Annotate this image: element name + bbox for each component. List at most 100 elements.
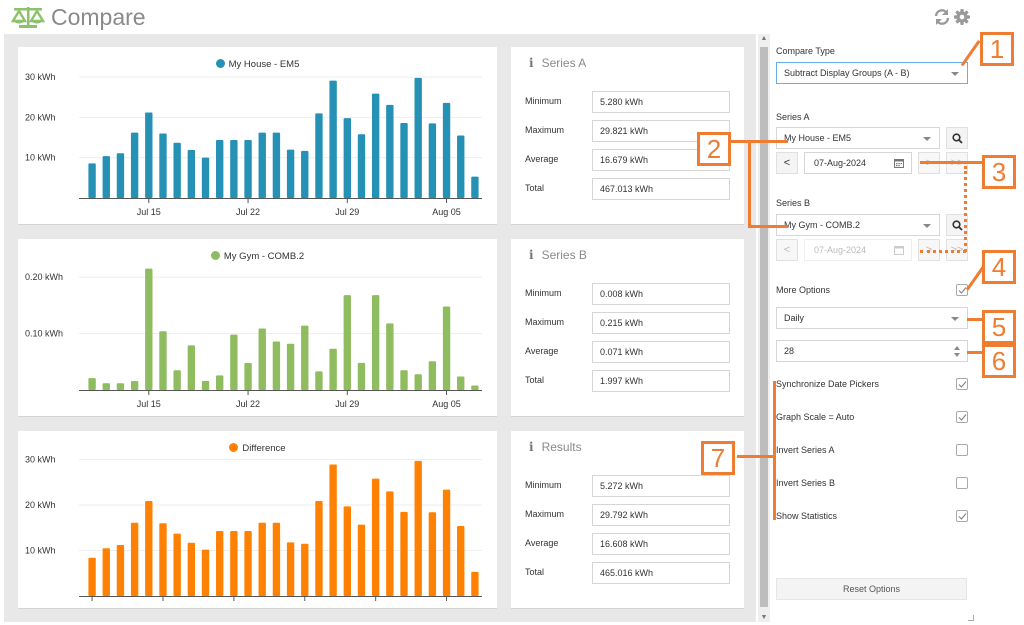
bar[interactable] [116, 545, 125, 596]
bar[interactable] [428, 512, 437, 596]
series-b-prev-button[interactable]: < [776, 239, 798, 261]
bar[interactable] [357, 524, 366, 596]
bar[interactable] [329, 348, 337, 390]
series-b-select[interactable]: My Gym - COMB.2 [776, 214, 940, 236]
bar[interactable] [315, 500, 323, 596]
bar[interactable] [145, 112, 153, 198]
bar[interactable] [159, 523, 167, 596]
bar[interactable] [116, 383, 125, 390]
bar[interactable] [187, 150, 196, 198]
bar[interactable] [286, 542, 295, 596]
invert-series-a-checkbox[interactable] [956, 444, 968, 456]
bar[interactable] [88, 378, 96, 390]
bar[interactable] [357, 134, 366, 198]
count-stepper[interactable]: 28 [776, 340, 968, 362]
series-a-select[interactable]: My House - EM5 [776, 127, 940, 149]
bar[interactable] [357, 362, 366, 390]
bar[interactable] [286, 343, 295, 390]
bar[interactable] [400, 370, 408, 390]
bar[interactable] [230, 334, 238, 390]
stat-value-field[interactable]: 0.008 kWh [592, 283, 730, 305]
bar[interactable] [457, 525, 465, 596]
sync-date-pickers-checkbox[interactable] [956, 378, 968, 390]
bar[interactable] [371, 295, 380, 390]
bar[interactable] [88, 163, 96, 198]
bar[interactable] [414, 460, 422, 596]
bar[interactable] [315, 371, 323, 390]
bar[interactable] [315, 113, 323, 198]
bar[interactable] [471, 571, 479, 596]
stat-value-field[interactable]: 0.071 kWh [592, 341, 730, 363]
bar[interactable] [386, 323, 394, 390]
bar[interactable] [116, 153, 125, 198]
bar[interactable] [244, 362, 252, 390]
spinner-arrows-icon[interactable] [953, 345, 961, 358]
bar[interactable] [216, 530, 224, 596]
refresh-icon[interactable] [933, 8, 951, 26]
stat-value-field[interactable]: 467.013 kWh [592, 178, 730, 200]
bar[interactable] [102, 383, 110, 390]
invert-series-b-checkbox[interactable] [956, 477, 968, 489]
bar[interactable] [329, 464, 337, 596]
bar[interactable] [343, 295, 351, 390]
bar[interactable] [130, 522, 139, 596]
bar[interactable] [173, 370, 181, 390]
bar[interactable] [286, 149, 295, 198]
resize-handle[interactable] [968, 615, 974, 621]
bar[interactable] [457, 376, 465, 390]
series-a-prev-button[interactable]: < [776, 152, 798, 174]
show-statistics-checkbox[interactable] [956, 510, 968, 522]
graph-scale-auto-checkbox[interactable] [956, 411, 968, 423]
bar[interactable] [400, 511, 408, 596]
series-a-date-picker[interactable]: 07-Aug-2024 [804, 152, 912, 174]
chart-legend[interactable]: Difference [18, 443, 497, 454]
interval-select[interactable]: Daily [776, 307, 968, 329]
compare-type-select[interactable]: Subtract Display Groups (A - B) [776, 62, 968, 84]
bar[interactable] [102, 156, 110, 198]
bar[interactable] [272, 522, 281, 596]
bar[interactable] [258, 132, 266, 198]
reset-options-button[interactable]: Reset Options [776, 578, 967, 600]
vertical-scrollbar[interactable]: ▲ ▼ [758, 34, 770, 622]
bar[interactable] [130, 132, 139, 198]
bar[interactable] [230, 530, 238, 596]
bar[interactable] [159, 331, 167, 390]
stat-value-field[interactable]: 465.016 kWh [592, 562, 730, 584]
calendar-icon[interactable] [894, 158, 904, 168]
bar[interactable] [371, 478, 380, 596]
bar[interactable] [272, 132, 281, 198]
stat-value-field[interactable]: 1.997 kWh [592, 370, 730, 392]
bar[interactable] [187, 542, 196, 596]
gear-icon[interactable] [953, 8, 971, 26]
chart-legend[interactable]: My House - EM5 [18, 59, 497, 70]
bar[interactable] [201, 380, 210, 390]
bar[interactable] [301, 150, 309, 198]
bar[interactable] [471, 176, 479, 198]
chart-legend[interactable]: My Gym - COMB.2 [18, 251, 497, 262]
bar[interactable] [386, 104, 394, 198]
scroll-down-icon[interactable]: ▼ [760, 614, 768, 621]
bar[interactable] [471, 385, 479, 390]
bar[interactable] [428, 361, 437, 390]
bar[interactable] [442, 489, 451, 596]
bar[interactable] [272, 341, 281, 390]
bar[interactable] [216, 375, 224, 390]
stat-value-field[interactable]: 0.215 kWh [592, 312, 730, 334]
stat-value-field[interactable]: 29.792 kWh [592, 504, 730, 526]
bar[interactable] [130, 380, 139, 390]
bar[interactable] [187, 345, 196, 390]
stat-value-field[interactable]: 5.280 kWh [592, 91, 730, 113]
bar[interactable] [244, 530, 252, 596]
scroll-up-icon[interactable]: ▲ [760, 35, 768, 42]
bar[interactable] [457, 135, 465, 198]
bar[interactable] [414, 77, 422, 198]
series-b-date-picker[interactable]: 07-Aug-2024 [804, 239, 912, 261]
bar[interactable] [442, 102, 451, 198]
bar[interactable] [201, 157, 210, 198]
bar[interactable] [329, 80, 337, 198]
bar[interactable] [88, 557, 96, 596]
bar[interactable] [428, 123, 437, 198]
scrollbar-thumb[interactable] [760, 47, 768, 607]
bar[interactable] [414, 374, 422, 390]
bar[interactable] [258, 522, 266, 596]
